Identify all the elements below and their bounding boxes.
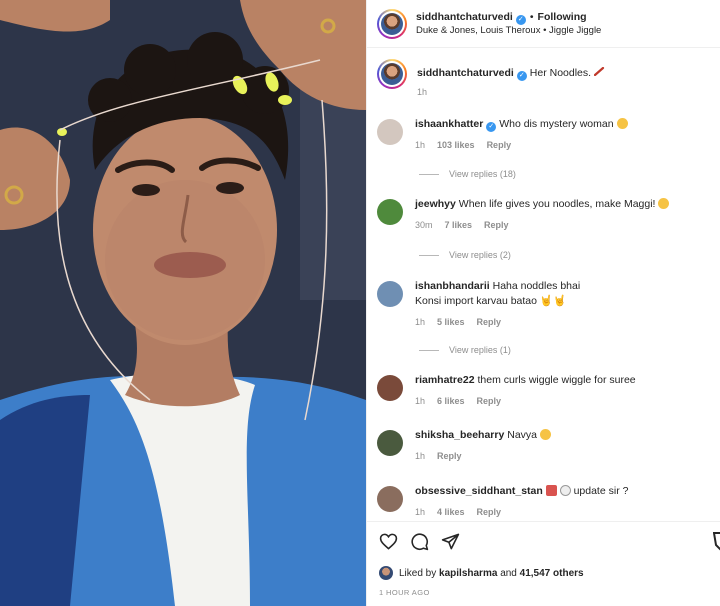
reply-button[interactable]: Reply bbox=[477, 396, 502, 406]
verified-icon: ✓ bbox=[486, 122, 497, 132]
commenter-username[interactable]: shiksha_beeharry bbox=[415, 429, 504, 441]
commenter-avatar[interactable] bbox=[377, 199, 403, 225]
victory-hand-icon bbox=[658, 198, 670, 209]
post-sidebar: siddhantchaturvedi ✓ • Following Duke & Jon… bbox=[366, 0, 720, 606]
commenter-username[interactable]: ishanbhandarii bbox=[415, 280, 490, 292]
comment-item: riamhatre22 them curls wiggle wiggle for… bbox=[377, 373, 717, 408]
comment-time: 1h bbox=[415, 451, 426, 462]
comment-likes[interactable]: 7 likes bbox=[445, 220, 473, 230]
caption-text: Her Noodles. bbox=[529, 67, 592, 79]
smile-emoji-icon bbox=[616, 118, 628, 129]
comment-text: Navya bbox=[507, 429, 537, 441]
thinking-emoji-icon bbox=[539, 429, 551, 440]
liker-username[interactable]: kapilsharma bbox=[439, 568, 497, 579]
comment-text: them curls wiggle wiggle for suree bbox=[477, 374, 636, 386]
comment-text-line2: Konsi import karvau batao 🤘🤘 bbox=[415, 295, 567, 308]
comment-likes[interactable]: 4 likes bbox=[437, 507, 465, 517]
reply-button[interactable]: Reply bbox=[487, 140, 512, 150]
comment-likes[interactable]: 103 likes bbox=[437, 140, 475, 150]
video-frame bbox=[0, 0, 366, 606]
comment-likes[interactable]: 5 likes bbox=[437, 317, 465, 327]
commenter-avatar[interactable] bbox=[377, 281, 403, 307]
following-button[interactable]: Following bbox=[538, 11, 587, 23]
comment-text: Haha noddles bhai bbox=[492, 280, 581, 292]
commenter-username[interactable]: riamhatre22 bbox=[415, 374, 475, 386]
liked-and: and bbox=[500, 567, 517, 579]
caption-avatar[interactable] bbox=[377, 59, 407, 89]
comment-time: 1h bbox=[415, 396, 426, 407]
comment-icon[interactable] bbox=[410, 532, 429, 551]
instagram-post: siddhantchaturvedi ✓ • Following Duke & Jon… bbox=[0, 0, 720, 606]
reply-button[interactable]: Reply bbox=[477, 317, 502, 327]
reply-button[interactable]: Reply bbox=[484, 220, 509, 230]
commenter-username[interactable]: obsessive_siddhant_stan bbox=[415, 485, 543, 497]
comment-item: ishanbhandarii Haha noddles bhai Konsi i… bbox=[377, 279, 717, 329]
comment-time: 1h bbox=[415, 507, 426, 518]
post-header: siddhantchaturvedi ✓ • Following Duke & Jon… bbox=[367, 0, 720, 48]
comment-time: 30m bbox=[415, 220, 433, 231]
pleading-emoji-icon bbox=[559, 485, 571, 496]
likes-count[interactable]: 41,547 others bbox=[520, 568, 584, 579]
liked-prefix: Liked by bbox=[399, 567, 437, 579]
pencil-icon bbox=[593, 66, 605, 77]
view-replies-button[interactable]: View replies (18) bbox=[419, 169, 516, 179]
commenter-avatar[interactable] bbox=[377, 119, 403, 145]
bookmark-icon[interactable] bbox=[712, 532, 720, 551]
caption-username[interactable]: siddhantchaturvedi bbox=[417, 67, 514, 79]
comment-item: obsessive_siddhant_stan update sir ? 1h 4… bbox=[377, 484, 717, 519]
commenter-username[interactable]: ishaankhatter bbox=[415, 118, 483, 130]
view-replies-button[interactable]: View replies (2) bbox=[419, 250, 511, 260]
view-replies-button[interactable]: View replies (1) bbox=[419, 345, 511, 355]
post-timestamp: 1 HOUR AGO bbox=[379, 588, 430, 597]
author-username[interactable]: siddhantchaturvedi bbox=[416, 11, 513, 23]
liker-avatar[interactable] bbox=[379, 566, 393, 580]
verified-icon: ✓ bbox=[516, 71, 527, 81]
share-icon[interactable] bbox=[441, 532, 460, 551]
heart-icon[interactable] bbox=[379, 532, 398, 551]
comment-text: Who dis mystery woman bbox=[499, 118, 614, 130]
comment-text: When life gives you noodles, make Maggi! bbox=[458, 198, 656, 210]
commenter-avatar[interactable] bbox=[377, 375, 403, 401]
comments-list[interactable]: siddhantchaturvedi ✓ Her Noodles. 1h isha… bbox=[367, 49, 720, 521]
comment-text: update sir ? bbox=[573, 485, 629, 497]
comment-time: 1h bbox=[415, 317, 426, 328]
likes-summary: Liked by kapilsharma and 41,547 others bbox=[379, 566, 584, 580]
post-media[interactable] bbox=[0, 0, 366, 606]
comment-item: ishaankhatter ✓ Who dis mystery woman 1h 1… bbox=[377, 117, 717, 152]
post-actions: Liked by kapilsharma and 41,547 others 1… bbox=[367, 521, 720, 606]
reply-button[interactable]: Reply bbox=[437, 451, 462, 461]
telephone-emoji-icon bbox=[545, 485, 557, 496]
separator-dot: • bbox=[529, 10, 534, 23]
comment-item: shiksha_beeharry Navya 1h Reply bbox=[377, 428, 717, 463]
author-avatar[interactable] bbox=[377, 8, 407, 39]
audio-track[interactable]: Duke & Jones, Louis Theroux • Jiggle Jig… bbox=[416, 25, 601, 38]
post-caption: siddhantchaturvedi ✓ Her Noodles. 1h bbox=[377, 59, 605, 97]
caption-time: 1h bbox=[417, 87, 428, 97]
commenter-username[interactable]: jeewhyy bbox=[415, 198, 456, 210]
verified-icon: ✓ bbox=[515, 14, 526, 25]
reply-button[interactable]: Reply bbox=[477, 507, 502, 517]
commenter-avatar[interactable] bbox=[377, 486, 403, 512]
comment-likes[interactable]: 6 likes bbox=[437, 396, 465, 406]
comment-item: jeewhyy When life gives you noodles, mak… bbox=[377, 197, 717, 232]
commenter-avatar[interactable] bbox=[377, 430, 403, 456]
comment-time: 1h bbox=[415, 140, 426, 151]
